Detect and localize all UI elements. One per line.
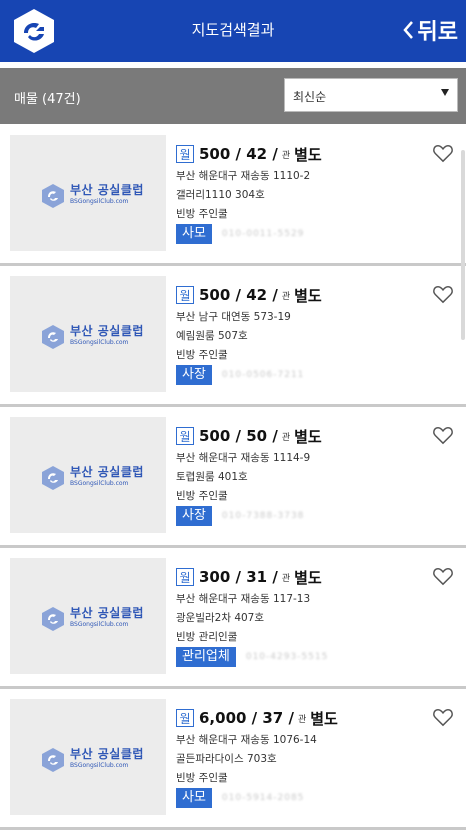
listing-tags: 빈방 주인쿨	[176, 772, 228, 784]
mgmt-value: 별도	[294, 145, 322, 164]
thumbnail-brand: 부산 공실클럽	[70, 606, 144, 620]
owner-badge: 사장	[176, 506, 212, 526]
owner-badge: 사모	[176, 224, 212, 244]
listing-list: 부산 공실클럽 BSGongsilClub.com 월 500 / 42 / 관…	[0, 125, 466, 830]
app-header: 지도검색결과 뒤로	[0, 0, 466, 62]
listing-info: 월 500 / 42 / 관 별도 부산 해운대구 재송동 1110-2 갤러리…	[176, 143, 426, 244]
listing-price: 300 / 31 /	[199, 568, 278, 586]
mgmt-label: 관	[281, 150, 291, 161]
mgmt-value: 별도	[294, 286, 322, 305]
dropdown-arrow-icon	[441, 89, 449, 96]
brand-logo-icon	[42, 466, 64, 490]
listing-address: 부산 해운대구 재송동 117-13	[176, 593, 311, 605]
page-title: 지도검색결과	[191, 21, 275, 39]
sort-select[interactable]: 최신순	[284, 78, 458, 112]
listing-address: 부산 해운대구 재송동 1114-9	[176, 452, 311, 464]
heart-icon[interactable]	[432, 143, 454, 163]
heart-icon[interactable]	[432, 284, 454, 304]
listing-address: 부산 해운대구 재송동 1076-14	[176, 734, 317, 746]
phone-number[interactable]: 010-4293-5515	[246, 652, 328, 662]
thumbnail-brand: 부산 공실클럽	[70, 747, 144, 761]
owner-badge: 사모	[176, 788, 212, 808]
mgmt-label: 관	[281, 432, 291, 443]
listing-thumbnail: 부산 공실클럽 BSGongsilClub.com	[10, 276, 166, 392]
rent-type-badge: 월	[176, 145, 194, 163]
listing-info: 월 300 / 31 / 관 별도 부산 해운대구 재송동 117-13 광운빌…	[176, 566, 426, 667]
list-item[interactable]: 부산 공실클럽 BSGongsilClub.com 월 500 / 50 / 관…	[0, 407, 466, 548]
rent-type-badge: 월	[176, 286, 194, 304]
listing-tags: 빈방 주인쿨	[176, 349, 228, 361]
thumbnail-brand: 부산 공실클럽	[70, 324, 144, 338]
phone-number[interactable]: 010-0506-7211	[222, 370, 304, 380]
back-button[interactable]: 뒤로	[402, 14, 458, 46]
listing-thumbnail: 부산 공실클럽 BSGongsilClub.com	[10, 699, 166, 815]
brand-logo-icon	[42, 607, 64, 631]
mgmt-label: 관	[281, 291, 291, 302]
heart-icon[interactable]	[432, 566, 454, 586]
listing-info: 월 6,000 / 37 / 관 별도 부산 해운대구 재송동 1076-14 …	[176, 707, 426, 808]
thumbnail-site: BSGongsilClub.com	[70, 480, 129, 487]
phone-number[interactable]: 010-5914-2085	[222, 793, 304, 803]
rent-type-badge: 월	[176, 427, 194, 445]
thumbnail-brand: 부산 공실클럽	[70, 183, 144, 197]
sort-selected-value: 최신순	[293, 90, 327, 104]
mgmt-value: 별도	[310, 709, 338, 728]
listing-building: 골든파라다이스 703호	[176, 753, 277, 765]
mgmt-label: 관	[297, 714, 307, 725]
thumbnail-site: BSGongsilClub.com	[70, 762, 129, 769]
listing-price: 500 / 42 /	[199, 145, 278, 163]
brand-logo-icon	[42, 184, 64, 208]
owner-badge: 사장	[176, 365, 212, 385]
listing-thumbnail: 부산 공실클럽 BSGongsilClub.com	[10, 558, 166, 674]
heart-icon[interactable]	[432, 707, 454, 727]
thumbnail-brand: 부산 공실클럽	[70, 465, 144, 479]
listing-address: 부산 남구 대연동 573-19	[176, 311, 291, 323]
listing-info: 월 500 / 50 / 관 별도 부산 해운대구 재송동 1114-9 토렵원…	[176, 425, 426, 526]
mgmt-label: 관	[281, 573, 291, 584]
phone-number[interactable]: 010-7388-3738	[222, 511, 304, 521]
listing-tags: 빈방 주인쿨	[176, 208, 228, 220]
phone-number[interactable]: 010-0011-5529	[222, 229, 304, 239]
listing-price: 500 / 42 /	[199, 286, 278, 304]
mgmt-value: 별도	[294, 568, 322, 587]
listing-tags: 빈방 관리인쿨	[176, 631, 238, 643]
listing-building: 예림원룸 507호	[176, 330, 248, 342]
listing-building: 토렵원룸 401호	[176, 471, 248, 483]
list-item[interactable]: 부산 공실클럽 BSGongsilClub.com 월 500 / 42 / 관…	[0, 266, 466, 407]
listing-address: 부산 해운대구 재송동 1110-2	[176, 170, 311, 182]
listing-thumbnail: 부산 공실클럽 BSGongsilClub.com	[10, 135, 166, 251]
listing-price: 6,000 / 37 /	[199, 709, 294, 727]
listing-price: 500 / 50 /	[199, 427, 278, 445]
filter-bar: 매물 (47건) 최신순	[0, 68, 466, 124]
thumbnail-site: BSGongsilClub.com	[70, 339, 129, 346]
rent-type-badge: 월	[176, 709, 194, 727]
list-item[interactable]: 부산 공실클럽 BSGongsilClub.com 월 6,000 / 37 /…	[0, 689, 466, 830]
listing-tags: 빈방 주인쿨	[176, 490, 228, 502]
brand-logo-icon	[42, 325, 64, 349]
chevron-left-icon	[402, 21, 413, 39]
back-label: 뒤로	[417, 20, 458, 45]
owner-badge: 관리업체	[176, 647, 236, 667]
listing-count: 매물 (47건)	[14, 92, 81, 107]
listing-info: 월 500 / 42 / 관 별도 부산 남구 대연동 573-19 예림원룸 …	[176, 284, 426, 385]
listing-thumbnail: 부산 공실클럽 BSGongsilClub.com	[10, 417, 166, 533]
list-item[interactable]: 부산 공실클럽 BSGongsilClub.com 월 500 / 42 / 관…	[0, 125, 466, 266]
rent-type-badge: 월	[176, 568, 194, 586]
scrollbar[interactable]	[461, 150, 465, 340]
thumbnail-site: BSGongsilClub.com	[70, 198, 129, 205]
brand-logo-icon	[42, 748, 64, 772]
listing-building: 광운빌라2차 407호	[176, 612, 265, 624]
mgmt-value: 별도	[294, 427, 322, 446]
heart-icon[interactable]	[432, 425, 454, 445]
list-item[interactable]: 부산 공실클럽 BSGongsilClub.com 월 300 / 31 / 관…	[0, 548, 466, 689]
thumbnail-site: BSGongsilClub.com	[70, 621, 129, 628]
listing-building: 갤러리1110 304호	[176, 189, 265, 201]
